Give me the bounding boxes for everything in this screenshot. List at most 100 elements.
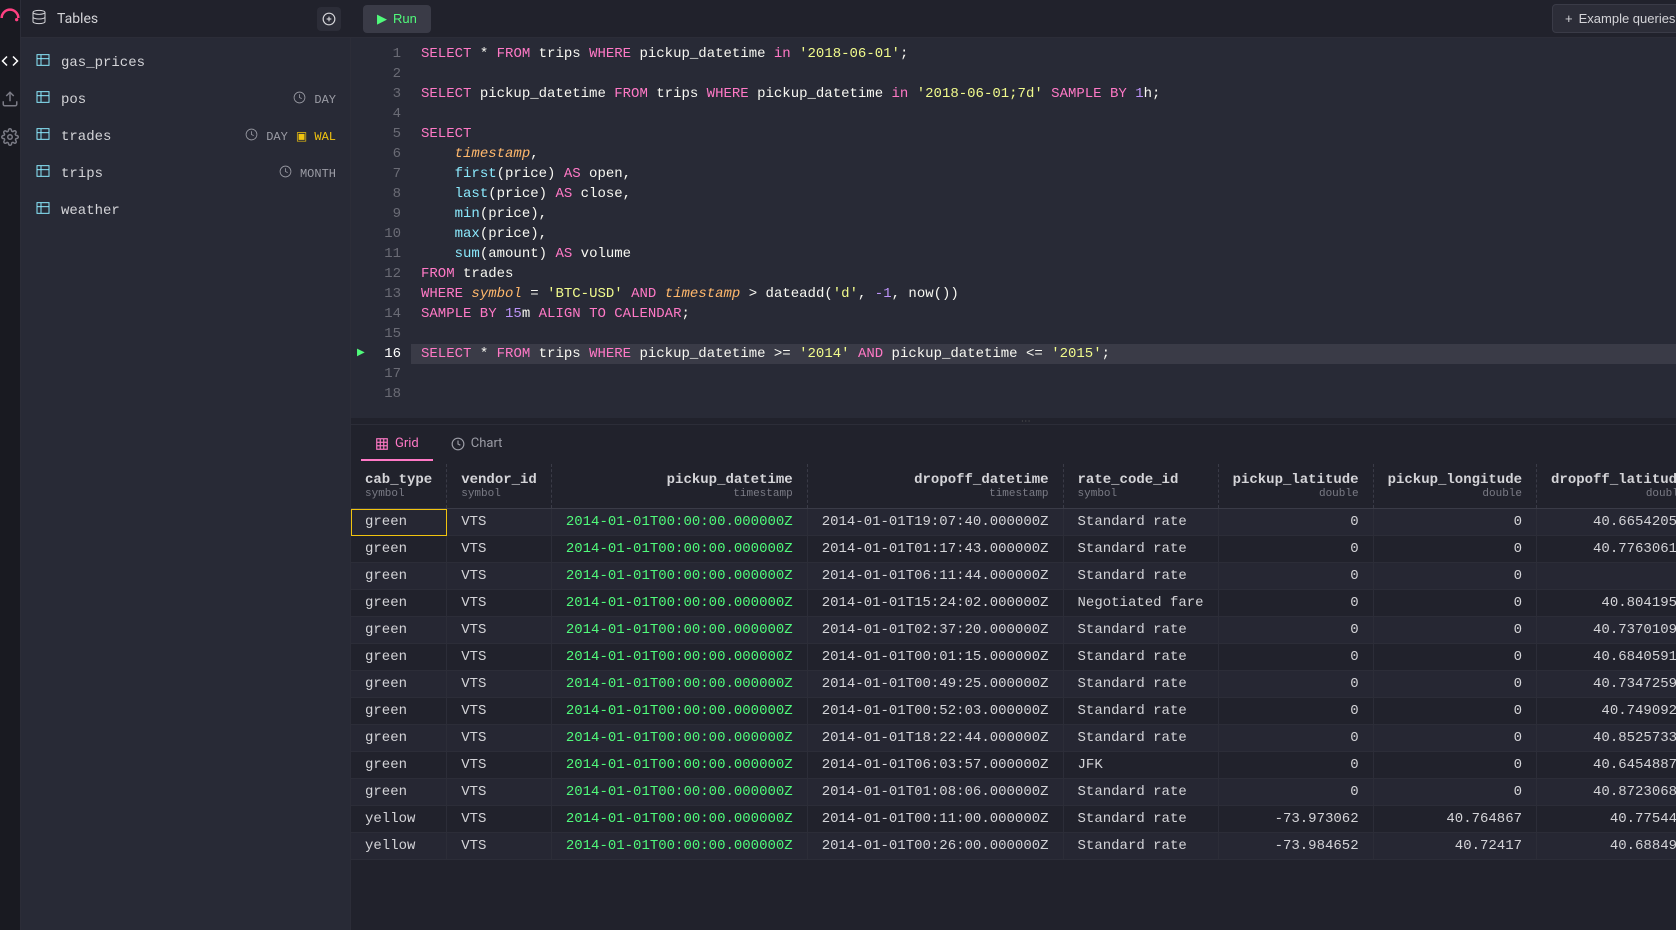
editor-line[interactable]: SELECT * FROM trips WHERE pickup_datetim…: [411, 44, 1676, 64]
cell[interactable]: 40.68405914: [1537, 644, 1676, 671]
cell[interactable]: 0: [1373, 779, 1536, 806]
editor-line[interactable]: timestamp,: [411, 144, 1676, 164]
cell[interactable]: Standard rate: [1063, 725, 1218, 752]
column-header-cab_type[interactable]: cab_typesymbol: [351, 464, 447, 509]
sidebar-table-trades[interactable]: tradesDAY▣ WAL: [21, 118, 350, 155]
cell[interactable]: 2014-01-01T02:37:20.000000Z: [807, 617, 1063, 644]
cell[interactable]: 0: [1218, 644, 1373, 671]
cell[interactable]: 2014-01-01T00:00:00.000000Z: [551, 563, 807, 590]
cell[interactable]: 2014-01-01T06:11:44.000000Z: [807, 563, 1063, 590]
cell[interactable]: 0: [1218, 698, 1373, 725]
cell[interactable]: 2014-01-01T06:03:57.000000Z: [807, 752, 1063, 779]
cell[interactable]: 2014-01-01T00:00:00.000000Z: [551, 725, 807, 752]
example-queries-button[interactable]: + Example queries: [1552, 4, 1676, 33]
cell[interactable]: VTS: [447, 590, 552, 617]
editor-line[interactable]: SAMPLE BY 15m ALIGN TO CALENDAR;: [411, 304, 1676, 324]
sidebar-table-trips[interactable]: tripsMONTH: [21, 155, 350, 192]
cell[interactable]: 0: [1537, 563, 1676, 590]
table-row[interactable]: yellowVTS2014-01-01T00:00:00.000000Z2014…: [351, 806, 1676, 833]
cell[interactable]: 0: [1218, 671, 1373, 698]
cell[interactable]: 40.688492: [1537, 833, 1676, 860]
table-row[interactable]: greenVTS2014-01-01T00:00:00.000000Z2014-…: [351, 644, 1676, 671]
cell[interactable]: 40.77630615: [1537, 536, 1676, 563]
cell[interactable]: 2014-01-01T01:08:06.000000Z: [807, 779, 1063, 806]
cell[interactable]: 0: [1218, 752, 1373, 779]
cell[interactable]: 2014-01-01T00:49:25.000000Z: [807, 671, 1063, 698]
upload-icon[interactable]: [0, 89, 20, 109]
cell[interactable]: 2014-01-01T00:00:00.000000Z: [551, 833, 807, 860]
cell[interactable]: green: [351, 617, 447, 644]
cell[interactable]: 2014-01-01T00:00:00.000000Z: [551, 698, 807, 725]
cell[interactable]: VTS: [447, 698, 552, 725]
table-row[interactable]: yellowVTS2014-01-01T00:00:00.000000Z2014…: [351, 833, 1676, 860]
cell[interactable]: Standard rate: [1063, 833, 1218, 860]
cell[interactable]: VTS: [447, 752, 552, 779]
cell[interactable]: 40.764867: [1373, 806, 1536, 833]
cell[interactable]: 2014-01-01T00:00:00.000000Z: [551, 590, 807, 617]
column-header-pickup_latitude[interactable]: pickup_latitudedouble: [1218, 464, 1373, 509]
cell[interactable]: VTS: [447, 806, 552, 833]
cell[interactable]: green: [351, 536, 447, 563]
cell[interactable]: 0: [1218, 590, 1373, 617]
cell[interactable]: VTS: [447, 509, 552, 536]
cell[interactable]: green: [351, 779, 447, 806]
tab-chart[interactable]: Chart: [437, 428, 517, 461]
cell[interactable]: 0: [1373, 617, 1536, 644]
editor-line[interactable]: [411, 64, 1676, 84]
table-row[interactable]: greenVTS2014-01-01T00:00:00.000000Z2014-…: [351, 779, 1676, 806]
sql-editor[interactable]: 123456789101112131415161718 SELECT * FRO…: [351, 38, 1676, 418]
table-row[interactable]: greenVTS2014-01-01T00:00:00.000000Z2014-…: [351, 590, 1676, 617]
cell[interactable]: VTS: [447, 563, 552, 590]
cell[interactable]: Standard rate: [1063, 779, 1218, 806]
cell[interactable]: Standard rate: [1063, 617, 1218, 644]
editor-line[interactable]: SELECT * FROM trips WHERE pickup_datetim…: [411, 344, 1676, 364]
cell[interactable]: 2014-01-01T00:11:00.000000Z: [807, 806, 1063, 833]
cell[interactable]: 0: [1373, 725, 1536, 752]
table-row[interactable]: greenVTS2014-01-01T00:00:00.000000Z2014-…: [351, 536, 1676, 563]
cell[interactable]: Standard rate: [1063, 644, 1218, 671]
cell[interactable]: 0: [1218, 779, 1373, 806]
column-header-dropoff_datetime[interactable]: dropoff_datetimetimestamp: [807, 464, 1063, 509]
cell[interactable]: VTS: [447, 725, 552, 752]
cell[interactable]: 2014-01-01T00:00:00.000000Z: [551, 617, 807, 644]
tab-grid[interactable]: Grid: [361, 428, 433, 461]
table-row[interactable]: greenVTS2014-01-01T00:00:00.000000Z2014-…: [351, 698, 1676, 725]
cell[interactable]: green: [351, 725, 447, 752]
cell[interactable]: 0: [1373, 698, 1536, 725]
cell[interactable]: 2014-01-01T19:07:40.000000Z: [807, 509, 1063, 536]
cell[interactable]: Standard rate: [1063, 698, 1218, 725]
cell[interactable]: yellow: [351, 806, 447, 833]
editor-line[interactable]: sum(amount) AS volume: [411, 244, 1676, 264]
run-button[interactable]: ▶ Run: [363, 5, 431, 33]
cell[interactable]: 0: [1218, 536, 1373, 563]
cell[interactable]: 0: [1373, 563, 1536, 590]
cell[interactable]: 0: [1218, 617, 1373, 644]
cell[interactable]: 40.85257339: [1537, 725, 1676, 752]
cell[interactable]: Standard rate: [1063, 563, 1218, 590]
editor-line[interactable]: first(price) AS open,: [411, 164, 1676, 184]
cell[interactable]: 2014-01-01T15:24:02.000000Z: [807, 590, 1063, 617]
cell[interactable]: 2014-01-01T00:00:00.000000Z: [551, 806, 807, 833]
cell[interactable]: 0: [1373, 671, 1536, 698]
sidebar-table-gas_prices[interactable]: gas_prices: [21, 44, 350, 81]
cell[interactable]: -73.984652: [1218, 833, 1373, 860]
editor-line[interactable]: SELECT pickup_datetime FROM trips WHERE …: [411, 84, 1676, 104]
editor-line[interactable]: FROM trades: [411, 264, 1676, 284]
cell[interactable]: 40.72417: [1373, 833, 1536, 860]
column-header-dropoff_latitude[interactable]: dropoff_latitudedouble: [1537, 464, 1676, 509]
code-icon[interactable]: [0, 51, 20, 71]
cell[interactable]: green: [351, 644, 447, 671]
cell[interactable]: Standard rate: [1063, 509, 1218, 536]
editor-line[interactable]: WHERE symbol = 'BTC-USD' AND timestamp >…: [411, 284, 1676, 304]
cell[interactable]: VTS: [447, 833, 552, 860]
editor-line[interactable]: [411, 324, 1676, 344]
column-header-pickup_datetime[interactable]: pickup_datetimetimestamp: [551, 464, 807, 509]
cell[interactable]: 0: [1218, 509, 1373, 536]
cell[interactable]: Standard rate: [1063, 806, 1218, 833]
cell[interactable]: 2014-01-01T00:01:15.000000Z: [807, 644, 1063, 671]
cell[interactable]: 2014-01-01T00:26:00.000000Z: [807, 833, 1063, 860]
editor-line[interactable]: last(price) AS close,: [411, 184, 1676, 204]
cell[interactable]: 40.66542053: [1537, 509, 1676, 536]
cell[interactable]: 2014-01-01T00:00:00.000000Z: [551, 671, 807, 698]
cell[interactable]: 40.73701096: [1537, 617, 1676, 644]
